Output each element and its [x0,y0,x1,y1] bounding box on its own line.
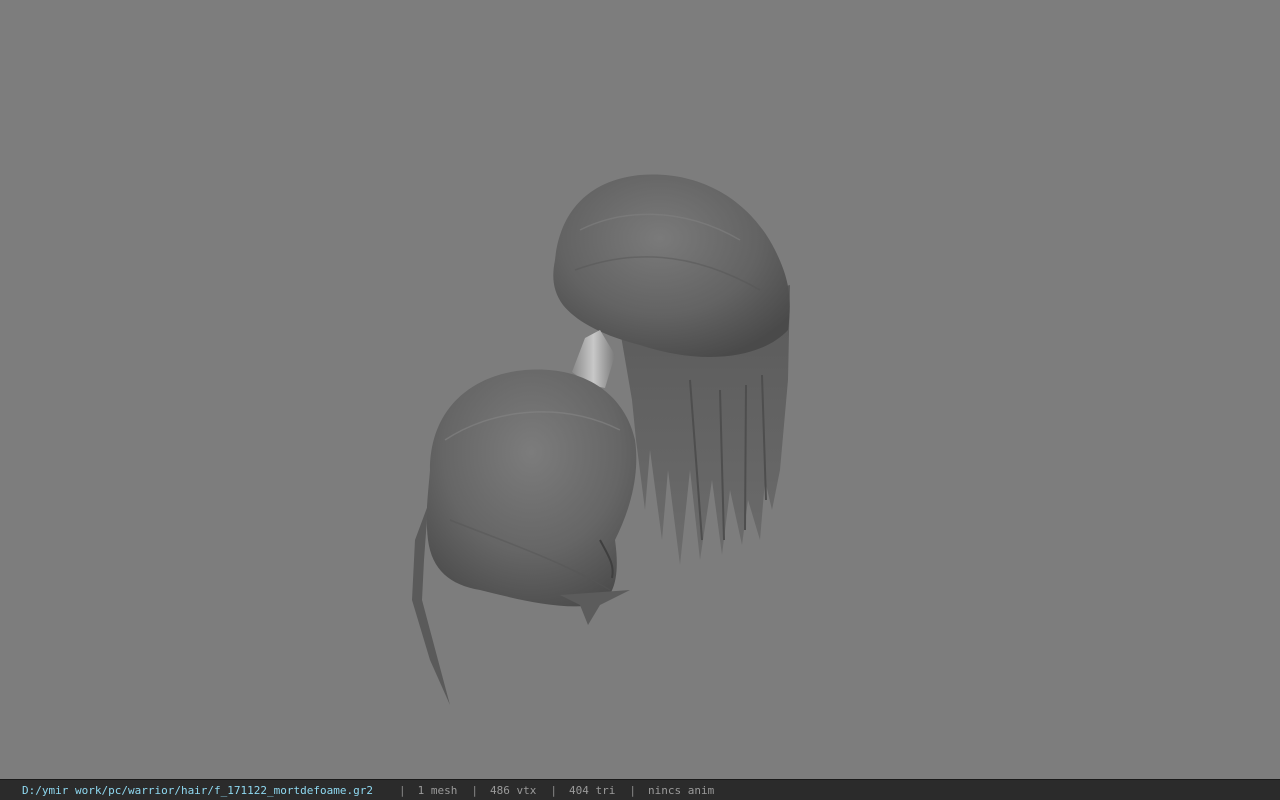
separator: | [629,783,636,797]
separator: | [550,783,557,797]
status-bar: D:/ymir work/pc/warrior/hair/f_171122_mo… [0,779,1280,800]
bottom-bun [412,369,637,705]
separator: | [399,783,406,797]
triangle-count: 404 tri [568,783,616,797]
hair-model[interactable] [0,0,1280,779]
animation-status: nincs anim [647,783,715,797]
file-path: D:/ymir work/pc/warrior/hair/f_171122_mo… [22,783,373,797]
mesh-count: 1 mesh [417,783,458,797]
top-bun [553,174,790,357]
3d-viewport[interactable] [0,0,1280,779]
vertex-count: 486 vtx [490,783,537,797]
separator: | [471,783,478,797]
